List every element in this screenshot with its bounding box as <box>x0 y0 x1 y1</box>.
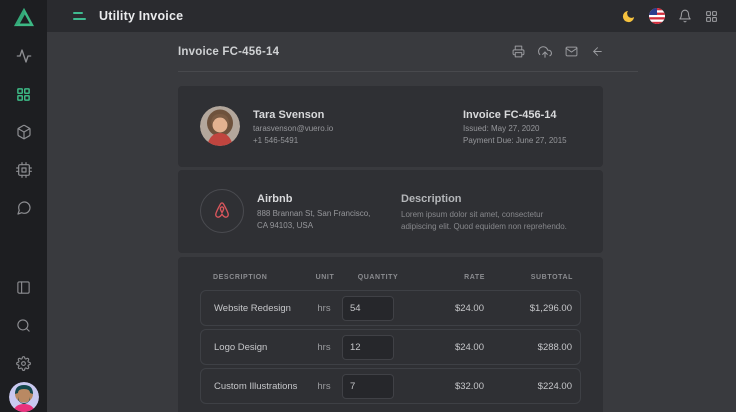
arrow-left-icon <box>591 45 604 58</box>
column-header-quantity: QUANTITY <box>343 274 413 281</box>
customer-info: Tara Svenson tarasvenson@vuero.io +1 546… <box>253 106 333 147</box>
profile-avatar[interactable] <box>9 382 39 412</box>
item-description: Website Redesign <box>214 303 306 314</box>
topbar: Utility Invoice <box>47 0 736 32</box>
moon-icon <box>621 9 636 24</box>
profile-avatar-illustration <box>9 382 39 412</box>
client-address: 888 Brannan St, San Francisco, CA 94103,… <box>257 208 384 231</box>
invoice-title: Invoice FC-456-14 <box>178 46 279 58</box>
app-logo[interactable] <box>0 0 47 34</box>
customer-avatar <box>200 106 240 146</box>
item-rate: $32.00 <box>412 381 484 392</box>
client-logo-ring <box>200 189 244 233</box>
item-subtotal: $288.00 <box>484 342 572 353</box>
dashboard-grid-icon <box>16 87 31 102</box>
table-row: Custom Illustrations hrs $32.00 $224.00 <box>200 368 581 404</box>
printer-icon <box>512 45 525 58</box>
invoice-page-header: Invoice FC-456-14 <box>178 32 638 72</box>
vuero-logo-icon <box>13 7 35 27</box>
sidebar-item-settings[interactable] <box>0 344 47 382</box>
column-header-subtotal: SUBTOTAL <box>485 274 573 281</box>
invoice-description: Description Lorem ipsum dolor sit amet, … <box>401 189 581 234</box>
page-title: Utility Invoice <box>99 9 183 23</box>
invoice-due-date: Payment Due: June 27, 2015 <box>463 136 581 145</box>
back-button[interactable] <box>591 45 604 58</box>
send-mail-button[interactable] <box>565 45 578 58</box>
invoice-number: Invoice FC-456-14 <box>463 109 581 121</box>
client-address-line1: 888 Brannan St, San Francisco, <box>257 209 370 218</box>
theme-toggle-button[interactable] <box>621 9 636 24</box>
customer-name: Tara Svenson <box>253 109 333 121</box>
apps-grid-icon <box>705 10 718 23</box>
quantity-input[interactable] <box>342 374 394 399</box>
main-content: Invoice FC-456-14 <box>47 32 736 412</box>
client-name: Airbnb <box>257 193 384 205</box>
description-body: Lorem ipsum dolor sit amet, consectetur … <box>401 209 581 232</box>
customer-email: tarasvenson@vuero.io <box>253 124 333 133</box>
item-description: Logo Design <box>214 342 306 353</box>
sidebar-item-products[interactable] <box>0 113 47 151</box>
table-header: DESCRIPTION UNIT QUANTITY RATE SUBTOTAL <box>200 257 581 290</box>
apps-menu-button[interactable] <box>705 10 718 23</box>
activity-icon <box>16 48 32 64</box>
airbnb-logo-icon <box>211 200 233 222</box>
language-selector-button[interactable] <box>649 8 665 24</box>
sidebar-item-search[interactable] <box>0 306 47 344</box>
bell-icon <box>678 9 692 23</box>
item-unit: hrs <box>306 342 342 353</box>
column-header-rate: RATE <box>413 274 485 281</box>
invoice-issued-date: Issued: May 27, 2020 <box>463 124 581 133</box>
invoice-meta: Invoice FC-456-14 Issued: May 27, 2020 P… <box>463 106 581 147</box>
item-unit: hrs <box>306 303 342 314</box>
item-rate: $24.00 <box>412 342 484 353</box>
cpu-icon <box>16 162 32 178</box>
us-flag-icon <box>649 8 665 24</box>
sidebar-item-messages[interactable] <box>0 189 47 227</box>
gear-icon <box>16 356 31 371</box>
app-window: Utility Invoice <box>0 0 736 412</box>
client-info: Airbnb 888 Brannan St, San Francisco, CA… <box>257 189 384 234</box>
panel-icon <box>16 280 31 295</box>
notifications-button[interactable] <box>678 9 692 23</box>
column-header-unit: UNIT <box>307 274 343 281</box>
sidebar-item-components[interactable] <box>0 151 47 189</box>
box-icon <box>16 124 32 140</box>
client-address-line2: CA 94103, USA <box>257 221 313 230</box>
item-rate: $24.00 <box>412 303 484 314</box>
table-row: Logo Design hrs $24.00 $288.00 <box>200 329 581 365</box>
print-button[interactable] <box>512 45 525 58</box>
customer-phone: +1 546-5491 <box>253 136 333 145</box>
column-header-description: DESCRIPTION <box>213 274 307 281</box>
customer-photo <box>200 106 240 146</box>
chat-bubble-icon <box>16 200 32 216</box>
sidebar-item-dashboard[interactable] <box>0 75 47 113</box>
topbar-actions <box>621 8 718 24</box>
sidebar-item-panels[interactable] <box>0 268 47 306</box>
client-card: Airbnb 888 Brannan St, San Francisco, CA… <box>178 170 603 253</box>
cloud-upload-icon <box>538 45 552 59</box>
line-items-card: DESCRIPTION UNIT QUANTITY RATE SUBTOTAL … <box>178 257 603 412</box>
item-unit: hrs <box>306 381 342 392</box>
customer-card: Tara Svenson tarasvenson@vuero.io +1 546… <box>178 86 603 167</box>
menu-toggle-button[interactable] <box>73 12 86 20</box>
quantity-input[interactable] <box>342 335 394 360</box>
cloud-upload-button[interactable] <box>538 45 552 59</box>
quantity-input[interactable] <box>342 296 394 321</box>
sidebar-item-activity[interactable] <box>0 37 47 75</box>
search-icon <box>16 318 31 333</box>
item-subtotal: $1,296.00 <box>484 303 572 314</box>
icon-sidebar <box>0 0 47 412</box>
item-description: Custom Illustrations <box>214 381 306 392</box>
item-subtotal: $224.00 <box>484 381 572 392</box>
table-row: Website Redesign hrs $24.00 $1,296.00 <box>200 290 581 326</box>
description-title: Description <box>401 193 581 205</box>
mail-icon <box>565 45 578 58</box>
invoice-toolbar <box>512 45 604 59</box>
